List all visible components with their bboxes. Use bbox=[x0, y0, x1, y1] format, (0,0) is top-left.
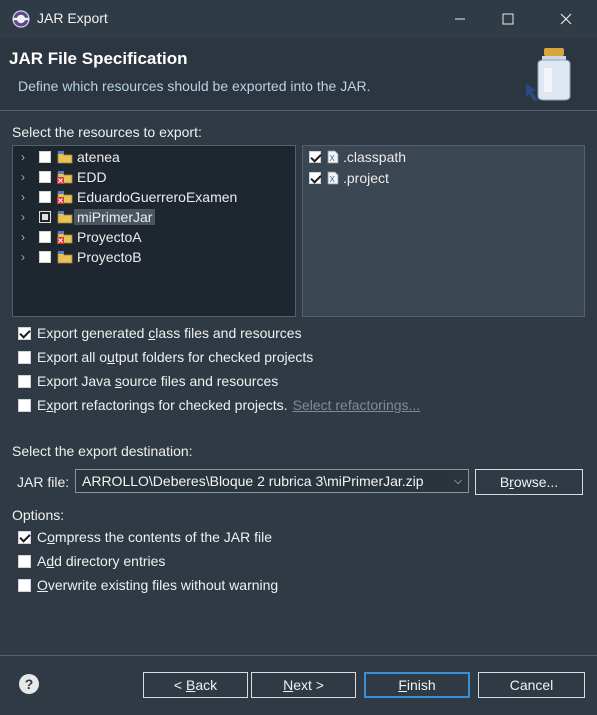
chevron-right-icon[interactable]: › bbox=[21, 230, 35, 244]
back-button-label: < Back bbox=[173, 677, 218, 693]
checkbox[interactable] bbox=[18, 530, 31, 544]
export-refactorings-option[interactable]: Export refactorings for checked projects… bbox=[18, 397, 420, 413]
option-label: Export all output folders for checked pr… bbox=[37, 349, 314, 365]
jar-file-input[interactable]: ARROLLO\Deberes\Bloque 2 rubrica 3\miPri… bbox=[76, 473, 448, 489]
checkbox[interactable] bbox=[39, 151, 51, 163]
chevron-right-icon[interactable]: › bbox=[21, 210, 35, 224]
option-label: Compress the contents of the JAR file bbox=[37, 529, 273, 545]
jar-file-label: JAR file: bbox=[17, 474, 70, 490]
eclipse-app-icon bbox=[12, 10, 30, 28]
tree-item-miprimerjar[interactable]: › miPrimerJar bbox=[13, 207, 156, 227]
minimize-icon bbox=[455, 18, 465, 20]
export-output-folders-option[interactable]: Export all output folders for checked pr… bbox=[18, 349, 313, 365]
option-label: Export Java source files and resources bbox=[37, 373, 279, 389]
compress-option[interactable]: Compress the contents of the JAR file bbox=[18, 529, 272, 545]
minimize-button[interactable] bbox=[437, 0, 483, 38]
window-title: JAR Export bbox=[37, 10, 108, 26]
tree-item-label: EduardoGuerreroExamen bbox=[77, 189, 238, 205]
option-label: Export generated class files and resourc… bbox=[37, 325, 302, 341]
checkbox[interactable] bbox=[18, 374, 31, 388]
browse-button[interactable]: Browse... bbox=[475, 469, 583, 495]
checkbox[interactable] bbox=[39, 191, 51, 203]
xml-file-icon: X bbox=[327, 171, 339, 185]
checkbox[interactable] bbox=[18, 350, 31, 364]
tree-item-label: atenea bbox=[77, 149, 120, 165]
checkbox[interactable] bbox=[18, 554, 31, 568]
tree-item-label: miPrimerJar bbox=[74, 209, 156, 225]
checkbox[interactable] bbox=[39, 231, 51, 243]
options-label: Options: bbox=[12, 507, 65, 523]
checkbox[interactable] bbox=[39, 251, 51, 263]
checkbox[interactable] bbox=[39, 211, 51, 223]
project-folder-error-icon bbox=[57, 171, 73, 184]
jar-file-combo[interactable]: ARROLLO\Deberes\Bloque 2 rubrica 3\miPri… bbox=[75, 469, 469, 493]
page-title: JAR File Specification bbox=[9, 49, 188, 68]
file-item-project[interactable]: X .project bbox=[303, 168, 389, 188]
finish-button-label: Finish bbox=[398, 677, 436, 693]
xml-file-icon: X bbox=[327, 150, 339, 164]
file-item-classpath[interactable]: X .classpath bbox=[303, 147, 406, 167]
tree-item-proyectoa[interactable]: › ProyectoA bbox=[13, 227, 142, 247]
cancel-button-label: Cancel bbox=[509, 677, 554, 693]
project-folder-icon bbox=[57, 211, 73, 224]
option-label: Add directory entries bbox=[37, 553, 166, 569]
tree-item-eduardoguerreroexamen[interactable]: › EduardoGuerreroExamen bbox=[13, 187, 237, 207]
jar-icon bbox=[526, 48, 571, 101]
finish-button[interactable]: Finish bbox=[364, 672, 470, 698]
tree-item-edd[interactable]: › EDD bbox=[13, 167, 107, 187]
export-class-files-option[interactable]: Export generated class files and resourc… bbox=[18, 325, 302, 341]
next-button-label: Next > bbox=[283, 677, 324, 693]
checkbox[interactable] bbox=[18, 398, 31, 412]
cancel-button[interactable]: Cancel bbox=[478, 672, 585, 698]
project-folder-error-icon bbox=[57, 191, 73, 204]
project-tree[interactable]: › atenea › EDD › EduardoGuerreroExamen ›… bbox=[12, 145, 296, 317]
tree-item-label: EDD bbox=[77, 169, 107, 185]
header-separator bbox=[0, 110, 597, 111]
tree-item-label: ProyectoA bbox=[77, 229, 142, 245]
footer-separator bbox=[0, 655, 597, 656]
export-java-source-option[interactable]: Export Java source files and resources bbox=[18, 373, 278, 389]
next-button[interactable]: Next > bbox=[251, 672, 356, 698]
file-item-label: .project bbox=[343, 170, 389, 186]
back-button[interactable]: < Back bbox=[143, 672, 248, 698]
chevron-right-icon[interactable]: › bbox=[21, 190, 35, 204]
tree-item-label: ProyectoB bbox=[77, 249, 142, 265]
maximize-icon bbox=[502, 13, 514, 25]
directory-entries-option[interactable]: Add directory entries bbox=[18, 553, 165, 569]
chevron-right-icon[interactable]: › bbox=[21, 250, 35, 264]
project-folder-icon bbox=[57, 151, 73, 164]
checkbox[interactable] bbox=[39, 171, 51, 183]
checkbox[interactable] bbox=[18, 578, 31, 592]
select-refactorings-link[interactable]: Select refactorings... bbox=[293, 397, 421, 413]
option-label: Export refactorings for checked projects… bbox=[37, 397, 288, 413]
file-item-label: .classpath bbox=[343, 149, 407, 165]
close-icon bbox=[560, 13, 572, 25]
help-icon[interactable]: ? bbox=[19, 674, 39, 694]
option-label: Overwrite existing files without warning bbox=[37, 577, 279, 593]
checkbox[interactable] bbox=[309, 172, 321, 184]
checkbox[interactable] bbox=[18, 326, 31, 340]
svg-text:X: X bbox=[330, 175, 336, 184]
resources-label: Select the resources to export: bbox=[12, 124, 202, 140]
file-list[interactable]: X .classpath X .project bbox=[302, 145, 585, 317]
page-description: Define which resources should be exporte… bbox=[18, 78, 371, 94]
svg-text:X: X bbox=[330, 154, 336, 163]
browse-button-label: Browse... bbox=[499, 474, 559, 490]
project-folder-icon bbox=[57, 251, 73, 264]
maximize-button[interactable] bbox=[485, 0, 531, 38]
destination-label: Select the export destination: bbox=[12, 443, 193, 459]
project-folder-error-icon bbox=[57, 231, 73, 244]
chevron-right-icon[interactable]: › bbox=[21, 150, 35, 164]
tree-item-proyectob[interactable]: › ProyectoB bbox=[13, 247, 142, 267]
tree-item-atenea[interactable]: › atenea bbox=[13, 147, 120, 167]
overwrite-option[interactable]: Overwrite existing files without warning bbox=[18, 577, 278, 593]
close-button[interactable] bbox=[543, 0, 589, 38]
chevron-down-icon[interactable]: ⌵ bbox=[448, 475, 468, 488]
chevron-right-icon[interactable]: › bbox=[21, 170, 35, 184]
checkbox[interactable] bbox=[309, 151, 321, 163]
